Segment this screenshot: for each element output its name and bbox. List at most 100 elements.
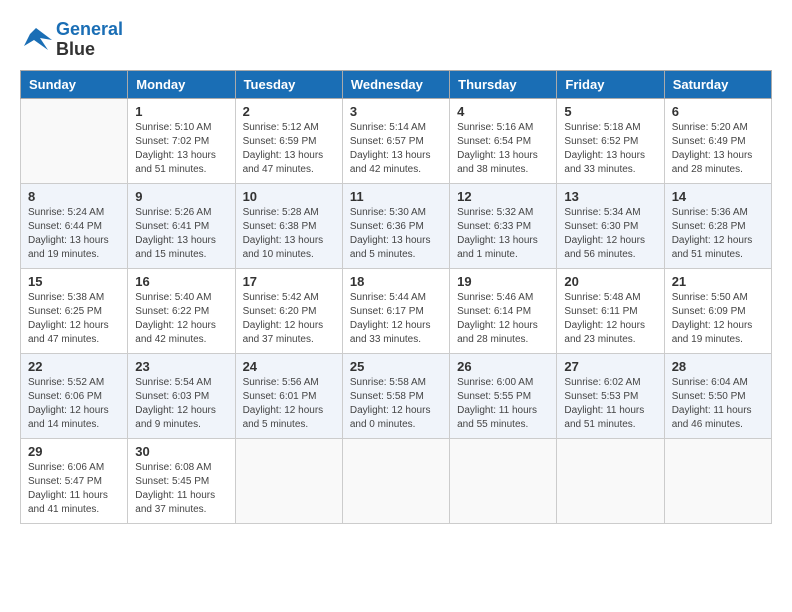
day-number: 16	[135, 274, 227, 289]
calendar-cell: 2 Sunrise: 5:12 AM Sunset: 6:59 PM Daylig…	[235, 98, 342, 183]
calendar-cell	[235, 438, 342, 523]
day-info: Sunrise: 5:56 AM Sunset: 6:01 PM Dayligh…	[243, 376, 335, 432]
calendar-cell: 8Sunrise: 5:24 AM Sunset: 6:44 PM Daylig…	[21, 183, 128, 268]
day-info: Sunrise: 5:10 AM Sunset: 7:02 PM Dayligh…	[135, 121, 227, 177]
calendar-cell: 6 Sunrise: 5:20 AM Sunset: 6:49 PM Daylig…	[664, 98, 771, 183]
day-info: Sunrise: 5:52 AM Sunset: 6:06 PM Dayligh…	[28, 376, 120, 432]
calendar-cell: 25 Sunrise: 5:58 AM Sunset: 5:58 PM Dayli…	[342, 353, 449, 438]
day-info: Sunrise: 5:40 AM Sunset: 6:22 PM Dayligh…	[135, 291, 227, 347]
calendar-cell: 9 Sunrise: 5:26 AM Sunset: 6:41 PM Daylig…	[128, 183, 235, 268]
calendar-table: SundayMondayTuesdayWednesdayThursdayFrid…	[20, 70, 772, 524]
day-number: 17	[243, 274, 335, 289]
calendar-header-row: SundayMondayTuesdayWednesdayThursdayFrid…	[21, 70, 772, 98]
calendar-cell: 11Sunrise: 5:30 AM Sunset: 6:36 PM Dayli…	[342, 183, 449, 268]
day-number: 26	[457, 359, 549, 374]
day-number: 29	[28, 444, 120, 459]
day-info: Sunrise: 5:20 AM Sunset: 6:49 PM Dayligh…	[672, 121, 764, 177]
column-header-wednesday: Wednesday	[342, 70, 449, 98]
day-number: 9	[135, 189, 227, 204]
day-info: Sunrise: 5:34 AM Sunset: 6:30 PM Dayligh…	[564, 206, 656, 262]
calendar-cell	[450, 438, 557, 523]
calendar-week-1: 1 Sunrise: 5:10 AM Sunset: 7:02 PM Daylig…	[21, 98, 772, 183]
calendar-cell: 13 Sunrise: 5:34 AM Sunset: 6:30 PM Dayli…	[557, 183, 664, 268]
calendar-cell	[342, 438, 449, 523]
day-number: 13	[564, 189, 656, 204]
day-number: 28	[672, 359, 764, 374]
calendar-cell: 12 Sunrise: 5:32 AM Sunset: 6:33 PM Dayli…	[450, 183, 557, 268]
day-number: 11	[350, 189, 442, 204]
day-info: Sunrise: 5:12 AM Sunset: 6:59 PM Dayligh…	[243, 121, 335, 177]
day-number: 14	[672, 189, 764, 204]
day-info: Sunrise: 5:48 AM Sunset: 6:11 PM Dayligh…	[564, 291, 656, 347]
day-info: Sunrise: 5:36 AM Sunset: 6:28 PM Dayligh…	[672, 206, 764, 262]
day-number: 10	[243, 189, 335, 204]
calendar-cell: 26 Sunrise: 6:00 AM Sunset: 5:55 PM Dayli…	[450, 353, 557, 438]
day-info: Sunrise: 5:18 AM Sunset: 6:52 PM Dayligh…	[564, 121, 656, 177]
day-number: 21	[672, 274, 764, 289]
calendar-cell	[21, 98, 128, 183]
column-header-tuesday: Tuesday	[235, 70, 342, 98]
day-info: Sunrise: 6:02 AM Sunset: 5:53 PM Dayligh…	[564, 376, 656, 432]
calendar-cell: 1 Sunrise: 5:10 AM Sunset: 7:02 PM Daylig…	[128, 98, 235, 183]
calendar-week-5: 29 Sunrise: 6:06 AM Sunset: 5:47 PM Dayli…	[21, 438, 772, 523]
page-header: General Blue	[20, 20, 772, 60]
calendar-week-4: 22 Sunrise: 5:52 AM Sunset: 6:06 PM Dayli…	[21, 353, 772, 438]
day-number: 3	[350, 104, 442, 119]
calendar-cell: 23 Sunrise: 5:54 AM Sunset: 6:03 PM Dayli…	[128, 353, 235, 438]
day-info: Sunrise: 5:28 AM Sunset: 6:38 PM Dayligh…	[243, 206, 335, 262]
day-info: Sunrise: 5:38 AM Sunset: 6:25 PM Dayligh…	[28, 291, 120, 347]
day-info: Sunrise: 5:32 AM Sunset: 6:33 PM Dayligh…	[457, 206, 549, 262]
day-info: Sunrise: 5:16 AM Sunset: 6:54 PM Dayligh…	[457, 121, 549, 177]
column-header-sunday: Sunday	[21, 70, 128, 98]
calendar-body: 1 Sunrise: 5:10 AM Sunset: 7:02 PM Daylig…	[21, 98, 772, 523]
calendar-cell: 30 Sunrise: 6:08 AM Sunset: 5:45 PM Dayli…	[128, 438, 235, 523]
calendar-cell: 16 Sunrise: 5:40 AM Sunset: 6:22 PM Dayli…	[128, 268, 235, 353]
calendar-week-3: 15 Sunrise: 5:38 AM Sunset: 6:25 PM Dayli…	[21, 268, 772, 353]
day-info: Sunrise: 5:24 AM Sunset: 6:44 PM Dayligh…	[28, 206, 120, 262]
calendar-cell: 29 Sunrise: 6:06 AM Sunset: 5:47 PM Dayli…	[21, 438, 128, 523]
day-number: 25	[350, 359, 442, 374]
calendar-cell	[557, 438, 664, 523]
day-number: 5	[564, 104, 656, 119]
calendar-cell: 5 Sunrise: 5:18 AM Sunset: 6:52 PM Daylig…	[557, 98, 664, 183]
calendar-cell: 27 Sunrise: 6:02 AM Sunset: 5:53 PM Dayli…	[557, 353, 664, 438]
logo: General Blue	[20, 20, 123, 60]
day-info: Sunrise: 6:00 AM Sunset: 5:55 PM Dayligh…	[457, 376, 549, 432]
calendar-cell: 14 Sunrise: 5:36 AM Sunset: 6:28 PM Dayli…	[664, 183, 771, 268]
calendar-cell: 15 Sunrise: 5:38 AM Sunset: 6:25 PM Dayli…	[21, 268, 128, 353]
calendar-cell: 24 Sunrise: 5:56 AM Sunset: 6:01 PM Dayli…	[235, 353, 342, 438]
day-info: Sunrise: 5:50 AM Sunset: 6:09 PM Dayligh…	[672, 291, 764, 347]
day-number: 15	[28, 274, 120, 289]
day-number: 22	[28, 359, 120, 374]
calendar-cell	[664, 438, 771, 523]
calendar-cell: 22 Sunrise: 5:52 AM Sunset: 6:06 PM Dayli…	[21, 353, 128, 438]
day-number: 23	[135, 359, 227, 374]
day-info: Sunrise: 5:14 AM Sunset: 6:57 PM Dayligh…	[350, 121, 442, 177]
day-info: Sunrise: 6:08 AM Sunset: 5:45 PM Dayligh…	[135, 461, 227, 517]
day-number: 12	[457, 189, 549, 204]
day-info: Sunrise: 6:06 AM Sunset: 5:47 PM Dayligh…	[28, 461, 120, 517]
column-header-thursday: Thursday	[450, 70, 557, 98]
day-number: 24	[243, 359, 335, 374]
day-info: Sunrise: 6:04 AM Sunset: 5:50 PM Dayligh…	[672, 376, 764, 432]
logo-icon	[20, 26, 52, 54]
day-number: 2	[243, 104, 335, 119]
day-info: Sunrise: 5:42 AM Sunset: 6:20 PM Dayligh…	[243, 291, 335, 347]
calendar-cell: 18Sunrise: 5:44 AM Sunset: 6:17 PM Dayli…	[342, 268, 449, 353]
day-number: 4	[457, 104, 549, 119]
calendar-cell: 17 Sunrise: 5:42 AM Sunset: 6:20 PM Dayli…	[235, 268, 342, 353]
day-number: 20	[564, 274, 656, 289]
day-number: 27	[564, 359, 656, 374]
day-number: 1	[135, 104, 227, 119]
calendar-cell: 21 Sunrise: 5:50 AM Sunset: 6:09 PM Dayli…	[664, 268, 771, 353]
day-number: 19	[457, 274, 549, 289]
day-info: Sunrise: 5:54 AM Sunset: 6:03 PM Dayligh…	[135, 376, 227, 432]
calendar-cell: 20 Sunrise: 5:48 AM Sunset: 6:11 PM Dayli…	[557, 268, 664, 353]
column-header-friday: Friday	[557, 70, 664, 98]
day-number: 30	[135, 444, 227, 459]
day-number: 6	[672, 104, 764, 119]
calendar-week-2: 8Sunrise: 5:24 AM Sunset: 6:44 PM Daylig…	[21, 183, 772, 268]
day-info: Sunrise: 5:26 AM Sunset: 6:41 PM Dayligh…	[135, 206, 227, 262]
day-info: Sunrise: 5:44 AM Sunset: 6:17 PM Dayligh…	[350, 291, 442, 347]
day-info: Sunrise: 5:58 AM Sunset: 5:58 PM Dayligh…	[350, 376, 442, 432]
